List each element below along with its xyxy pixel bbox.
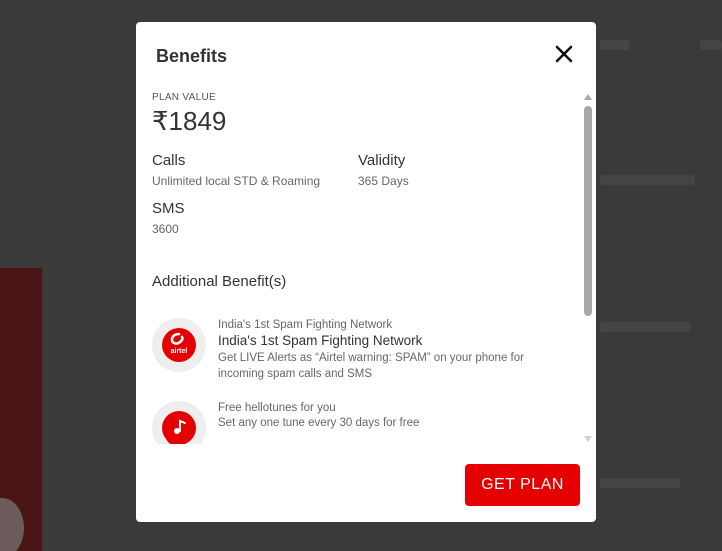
sms-value: 3600 <box>152 222 179 236</box>
scrollbar-thumb[interactable] <box>584 106 592 316</box>
get-plan-button[interactable]: GET PLAN <box>465 464 580 506</box>
sms-label: SMS <box>152 200 185 217</box>
close-icon <box>555 45 573 63</box>
benefit-heading: India's 1st Spam Fighting Network <box>218 333 423 348</box>
benefit-description: Get LIVE Alerts as “Airtel warning: SPAM… <box>218 352 524 380</box>
benefits-scroll-area[interactable]: PLAN VALUE ₹1849 Calls Unlimited local S… <box>136 88 580 444</box>
hellotunes-icon <box>152 401 206 444</box>
validity-label: Validity <box>358 152 406 169</box>
background-card <box>0 268 42 551</box>
modal-title: Benefits <box>156 46 228 66</box>
benefit-subtitle: Free hellotunes for you <box>218 402 336 414</box>
validity-value: 365 Days <box>358 174 409 188</box>
benefits-modal: Benefits PLAN VALUE ₹1849 Calls Unlimite… <box>136 22 596 522</box>
benefit-subtitle: India's 1st Spam Fighting Network <box>218 319 393 331</box>
scroll-up-arrow-icon[interactable] <box>584 94 592 100</box>
plan-value-label: PLAN VALUE <box>152 92 216 103</box>
scrollbar[interactable] <box>582 92 594 444</box>
scroll-down-arrow-icon[interactable] <box>584 436 592 442</box>
benefit-item: Free hellotunes for you Set any one tune… <box>152 401 562 444</box>
plan-value: ₹1849 <box>152 106 227 136</box>
additional-benefits-title: Additional Benefit(s) <box>152 273 287 290</box>
calls-label: Calls <box>152 152 186 169</box>
benefit-item: airtel India's 1st Spam Fighting Network… <box>152 318 562 386</box>
airtel-logo-text: airtel <box>170 348 188 355</box>
close-button[interactable] <box>552 42 576 66</box>
airtel-logo-icon: airtel <box>152 318 206 372</box>
benefit-description: Set any one tune every 30 days for free <box>218 417 420 429</box>
calls-value: Unlimited local STD & Roaming <box>152 174 321 188</box>
